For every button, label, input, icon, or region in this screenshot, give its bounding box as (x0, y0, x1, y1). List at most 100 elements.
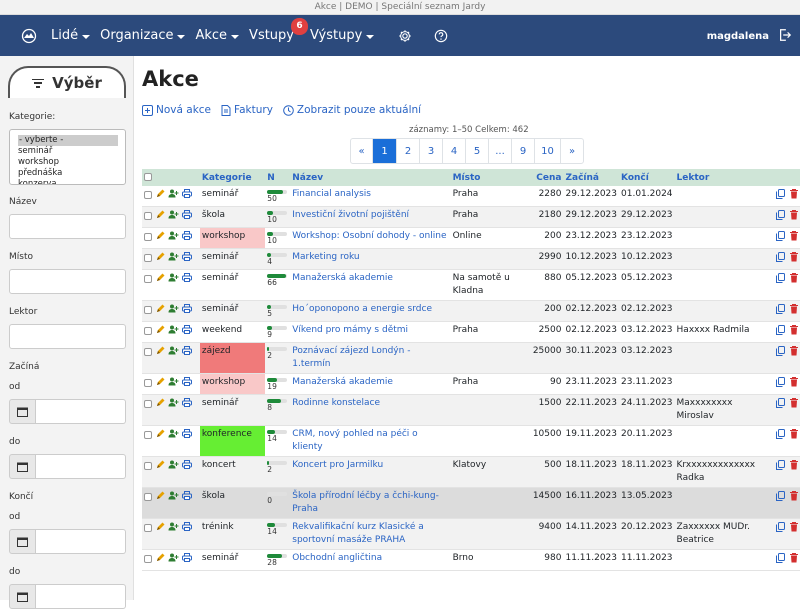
delete-trash-icon[interactable] (790, 189, 798, 204)
table-row[interactable]: škola 0 Škola přírodní léčby a čchi-kung-P… (142, 487, 800, 519)
page-9[interactable]: 9 (512, 139, 535, 163)
table-row[interactable]: workshop 19 Manažerská akademie Praha 90 23.1… (142, 373, 800, 395)
cell-nazev-link[interactable]: Manažerská akademie (290, 373, 451, 395)
copy-icon[interactable] (776, 522, 785, 537)
edit-pencil-icon[interactable] (156, 273, 165, 287)
calendar-icon[interactable] (9, 584, 36, 609)
copy-icon[interactable] (776, 304, 785, 319)
select-all-checkbox[interactable] (144, 173, 152, 181)
table-row[interactable]: workshop 10 Workshop: Osobní dohody - onli… (142, 227, 800, 249)
table-row[interactable]: seminář 8 Rodinne konstelace 1500 22.11.2023… (142, 394, 800, 426)
delete-trash-icon[interactable] (790, 377, 798, 392)
print-icon[interactable] (182, 273, 192, 287)
add-person-icon[interactable] (168, 273, 179, 287)
print-icon[interactable] (182, 429, 192, 443)
print-icon[interactable] (182, 398, 192, 412)
cell-nazev-link[interactable]: Manažerská akademie (290, 269, 451, 301)
add-person-icon[interactable] (168, 491, 179, 505)
copy-icon[interactable] (776, 346, 785, 361)
edit-pencil-icon[interactable] (156, 460, 165, 474)
option[interactable]: přednáška (18, 168, 125, 179)
delete-trash-icon[interactable] (790, 325, 798, 340)
row-checkbox[interactable] (144, 254, 152, 262)
print-icon[interactable] (182, 231, 192, 245)
copy-icon[interactable] (776, 189, 785, 204)
row-checkbox[interactable] (144, 524, 152, 532)
cell-nazev-link[interactable]: Investiční životní pojištění (290, 206, 451, 228)
row-checkbox[interactable] (144, 275, 152, 283)
page-10[interactable]: 10 (535, 139, 561, 163)
page-1[interactable]: 1 (373, 139, 397, 163)
page-ellipsis[interactable]: ... (489, 139, 512, 163)
add-person-icon[interactable] (168, 252, 179, 266)
cell-nazev-link[interactable]: Škola přírodní léčby a čchi-kung-Praha (290, 487, 451, 519)
table-row[interactable]: weekend 9 Víkend pro mámy s dětmi Praha 2500… (142, 321, 800, 343)
edit-pencil-icon[interactable] (156, 522, 165, 536)
cell-nazev-link[interactable]: Víkend pro mámy s dětmi (290, 321, 451, 343)
print-icon[interactable] (182, 189, 192, 203)
option-selected[interactable]: - vyberte - (18, 135, 118, 146)
row-checkbox[interactable] (144, 462, 152, 470)
row-checkbox[interactable] (144, 400, 152, 408)
delete-trash-icon[interactable] (790, 210, 798, 225)
cell-nazev-link[interactable]: CRM, nový pohled na péči o klienty (290, 425, 451, 457)
add-person-icon[interactable] (168, 304, 179, 318)
copy-icon[interactable] (776, 398, 785, 413)
logout-icon[interactable] (778, 27, 792, 46)
nazev-input[interactable] (9, 214, 126, 239)
print-icon[interactable] (182, 210, 192, 224)
delete-trash-icon[interactable] (790, 491, 798, 506)
cell-nazev-link[interactable]: Obchodní angličtina (290, 549, 451, 571)
print-icon[interactable] (182, 346, 192, 360)
page-4[interactable]: 4 (443, 139, 466, 163)
col-cena[interactable]: Cena (519, 169, 564, 186)
table-row[interactable]: koncert 2 Koncert pro Jarmilku Klatovy 500 18… (142, 456, 800, 488)
row-checkbox[interactable] (144, 233, 152, 241)
add-person-icon[interactable] (168, 377, 179, 391)
edit-pencil-icon[interactable] (156, 231, 165, 245)
add-person-icon[interactable] (168, 346, 179, 360)
edit-pencil-icon[interactable] (156, 491, 165, 505)
print-icon[interactable] (182, 252, 192, 266)
username[interactable]: magdalena (707, 31, 769, 42)
delete-trash-icon[interactable] (790, 429, 798, 444)
page-2[interactable]: 2 (397, 139, 420, 163)
help-icon[interactable] (434, 29, 448, 43)
row-checkbox[interactable] (144, 212, 152, 220)
copy-icon[interactable] (776, 377, 785, 392)
row-checkbox[interactable] (144, 379, 152, 387)
edit-pencil-icon[interactable] (156, 429, 165, 443)
print-icon[interactable] (182, 522, 192, 536)
print-icon[interactable] (182, 304, 192, 318)
copy-icon[interactable] (776, 429, 785, 444)
cell-nazev-link[interactable]: Financial analysis (290, 186, 451, 207)
delete-trash-icon[interactable] (790, 304, 798, 319)
delete-trash-icon[interactable] (790, 346, 798, 361)
zacina-do-input[interactable] (36, 454, 126, 479)
page-prev[interactable]: « (351, 139, 373, 163)
copy-icon[interactable] (776, 491, 785, 506)
row-checkbox[interactable] (144, 555, 152, 563)
lektor-input[interactable] (9, 324, 126, 349)
nav-akce[interactable]: Akce (195, 28, 240, 43)
print-icon[interactable] (182, 325, 192, 339)
table-row[interactable]: seminář 28 Obchodní angličtina Brno 980 11.11… (142, 549, 800, 571)
edit-pencil-icon[interactable] (156, 398, 165, 412)
table-row[interactable]: zájezd 2 Poznávací zájezd Londýn - 1.termí… (142, 342, 800, 374)
delete-trash-icon[interactable] (790, 522, 798, 537)
print-icon[interactable] (182, 460, 192, 474)
option[interactable]: konzerva (18, 179, 125, 184)
copy-icon[interactable] (776, 252, 785, 267)
table-row[interactable]: seminář 5 Ho´oponopono a energie srdce 200 0… (142, 300, 800, 322)
add-person-icon[interactable] (168, 189, 179, 203)
col-konci[interactable]: Končí (619, 169, 675, 186)
edit-pencil-icon[interactable] (156, 553, 165, 567)
nav-vystupy[interactable]: Výstupy (310, 28, 375, 43)
print-icon[interactable] (182, 553, 192, 567)
row-checkbox[interactable] (144, 431, 152, 439)
add-person-icon[interactable] (168, 398, 179, 412)
nav-vstupy[interactable]: Vstupy 6 (249, 18, 308, 43)
copy-icon[interactable] (776, 460, 785, 475)
row-checkbox[interactable] (144, 327, 152, 335)
calendar-icon[interactable] (9, 399, 36, 424)
